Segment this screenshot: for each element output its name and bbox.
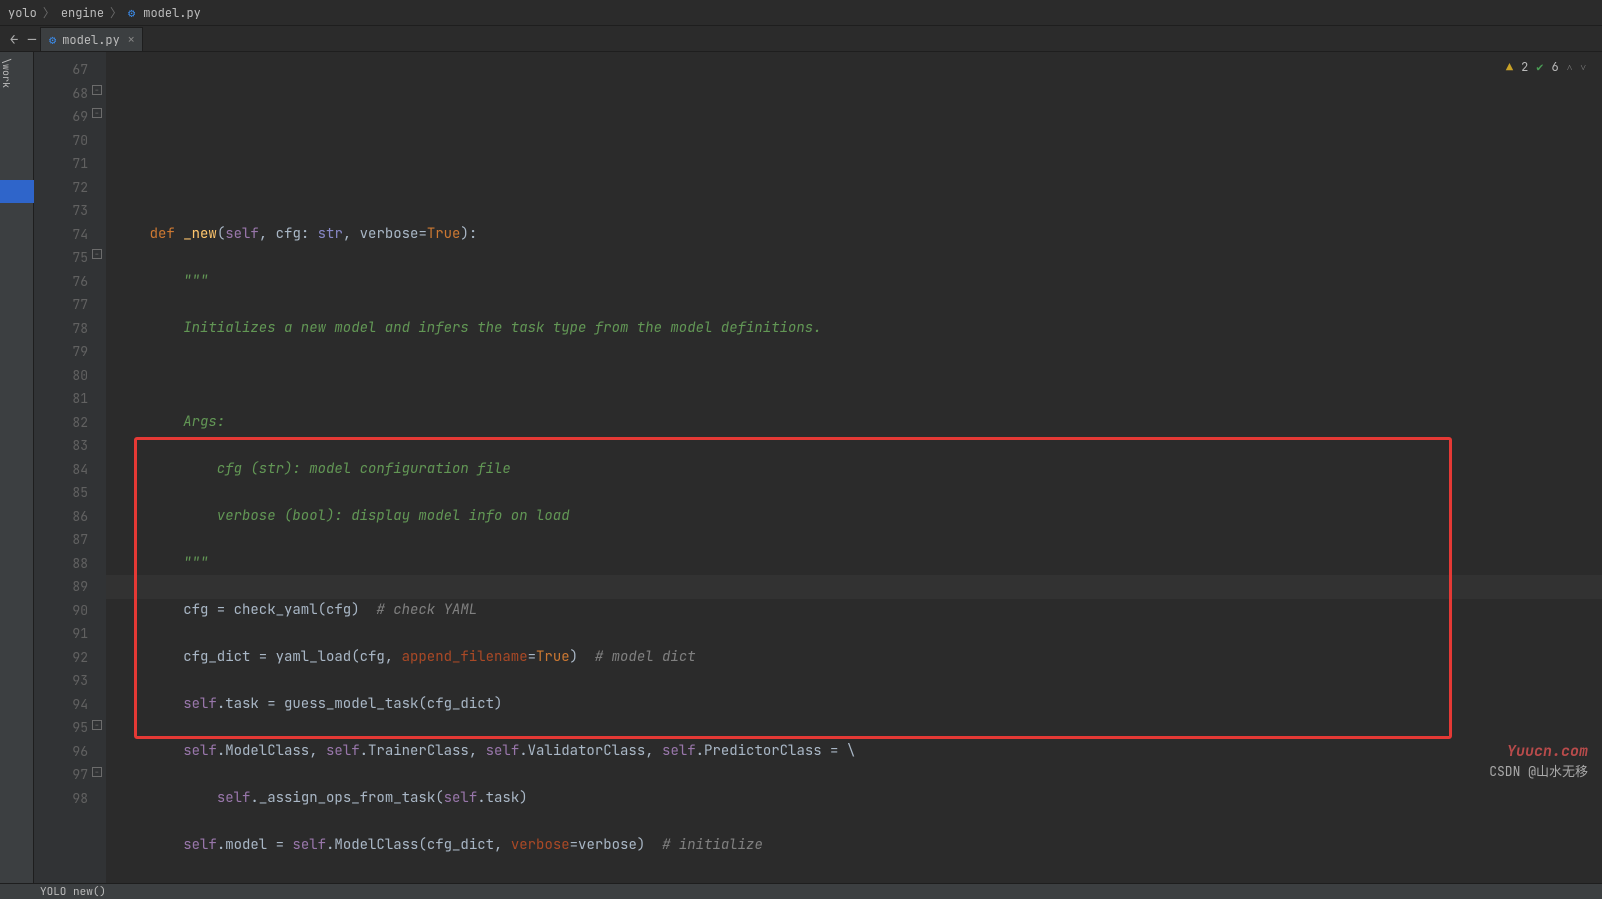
project-path-label: \work [0, 58, 13, 88]
project-tool-strip[interactable]: \work [0, 52, 34, 883]
editor-tab-active[interactable]: ⚙ model.py ✕ [40, 27, 143, 51]
editor-area[interactable]: 67 68 69 70 71 72 73 74 75 76 77 78 79 8… [34, 52, 1602, 883]
breadcrumb-bar: yolo 〉 engine 〉 ⚙ model.py [0, 0, 1602, 26]
python-file-icon: ⚙ [128, 5, 135, 21]
status-bar: YOLO new() [0, 883, 1602, 899]
fold-icon[interactable]: − [92, 767, 102, 777]
code-line: self.task = guess_model_task(cfg_dict) [116, 693, 1602, 717]
tab-label: model.py [62, 32, 120, 48]
watermark-author: CSDN @山水无移 [1489, 760, 1588, 784]
fold-icon[interactable]: − [92, 85, 102, 95]
code-line: """ [116, 270, 1602, 294]
breadcrumb-sep: 〉 [110, 4, 122, 21]
ok-count: 6 [1552, 56, 1559, 80]
code-line [116, 176, 1602, 200]
back-button[interactable]: ← [4, 30, 24, 50]
fold-icon[interactable]: − [92, 108, 102, 118]
inspection-widget[interactable]: ▲ 2 ✔ 6 ˄ ˅ [1506, 56, 1586, 80]
code-line: Initializes a new model and infers the t… [116, 317, 1602, 341]
code-line: self._assign_ops_from_task(self.task) [116, 787, 1602, 811]
code-line: cfg_dict = yaml_load(cfg, append_filenam… [116, 646, 1602, 670]
code-line: def _new(self, cfg: str, verbose=True): [116, 223, 1602, 247]
current-line-highlight [106, 575, 1602, 599]
breadcrumb-item[interactable]: yolo [8, 5, 37, 21]
warning-count: 2 [1521, 56, 1528, 80]
code-line: self.model = self.ModelClass(cfg_dict, v… [116, 834, 1602, 858]
status-context: YOLO new() [40, 885, 106, 899]
fold-icon[interactable]: − [92, 720, 102, 730]
breadcrumb-sep: 〉 [43, 4, 55, 21]
ok-icon: ✔ [1536, 56, 1543, 80]
warning-icon: ▲ [1506, 56, 1513, 80]
code-line: cfg = check_yaml(cfg) # check YAML [116, 599, 1602, 623]
code-line [116, 364, 1602, 388]
chevron-up-icon[interactable]: ˄ [1567, 56, 1573, 80]
code-viewport[interactable]: ▲ 2 ✔ 6 ˄ ˅ def _new(self, cfg: str, verbo… [106, 52, 1602, 883]
chevron-down-icon[interactable]: ˅ [1580, 56, 1586, 80]
code-line: cfg (str): model configuration file [116, 458, 1602, 482]
python-file-icon: ⚙ [49, 32, 56, 48]
collapse-button[interactable]: — [22, 30, 42, 50]
breadcrumb-item[interactable]: engine [61, 5, 104, 21]
breadcrumb-item[interactable]: model.py [143, 5, 201, 21]
code-line: """ [116, 552, 1602, 576]
code-line: self.ModelClass, self.TrainerClass, self… [116, 740, 1602, 764]
sidebar-selection [0, 180, 34, 203]
line-number-gutter[interactable]: 67 68 69 70 71 72 73 74 75 76 77 78 79 8… [34, 52, 106, 883]
editor-tab-row: ← — ⚙ model.py ✕ [0, 26, 1602, 52]
code-line: Args: [116, 411, 1602, 435]
close-tab-icon[interactable]: ✕ [128, 33, 135, 47]
code-line: verbose (bool): display model info on lo… [116, 505, 1602, 529]
fold-icon[interactable]: − [92, 249, 102, 259]
